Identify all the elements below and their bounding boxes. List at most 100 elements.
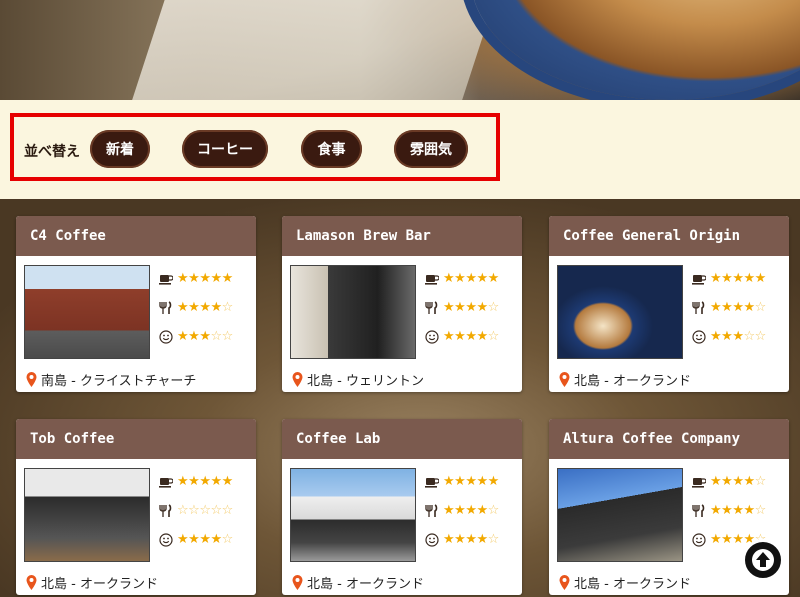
star-filled-icon: ★ (710, 473, 722, 489)
sort-coffee-button[interactable]: コーヒー (182, 130, 268, 168)
cafe-location: 北島 - オークランド (26, 573, 158, 592)
star-filled-icon: ★ (721, 270, 733, 286)
star-empty-icon: ☆ (487, 328, 500, 344)
arrow-up-icon (752, 549, 774, 571)
cafe-location-text: 南島 - クライストチャーチ (41, 374, 197, 389)
cafe-name[interactable]: Lamason Brew Bar (282, 216, 522, 256)
star-empty-icon: ☆ (210, 328, 222, 344)
star-filled-icon: ★ (210, 473, 222, 489)
star-empty-icon: ☆ (754, 502, 767, 518)
star-filled-icon: ★ (465, 299, 477, 315)
cafe-photo[interactable] (557, 468, 683, 562)
cafe-card[interactable]: Lamason Brew Bar ★★★★★ ★★★★☆ ★★★★☆ 北島 - ウェリ… (282, 216, 522, 392)
cafe-name[interactable]: Altura Coffee Company (549, 419, 789, 459)
cafe-card[interactable]: Tob Coffee ★★★★★ ☆☆☆☆☆ ★★★★☆ 北島 - オークランド (16, 419, 256, 595)
star-empty-icon: ☆ (487, 502, 500, 518)
star-filled-icon: ★ (465, 502, 477, 518)
coffee-cup-icon (425, 271, 440, 285)
cafe-photo[interactable] (557, 265, 683, 359)
star-empty-icon: ☆ (743, 328, 755, 344)
cafe-location-text: 北島 - オークランド (574, 374, 691, 389)
star-rating: ★★★★☆ (443, 532, 499, 547)
map-pin-icon (292, 575, 303, 590)
star-filled-icon: ★ (177, 299, 189, 315)
star-filled-icon: ★ (710, 270, 722, 286)
star-filled-icon: ★ (721, 299, 733, 315)
cafe-location: 北島 - オークランド (292, 573, 424, 592)
sort-atmosphere-button[interactable]: 雰囲気 (394, 130, 468, 168)
star-filled-icon: ★ (732, 270, 744, 286)
cafe-card[interactable]: C4 Coffee ★★★★★ ★★★★☆ ★★★☆☆ 南島 - クライストチャーチ (16, 216, 256, 392)
star-empty-icon: ☆ (754, 328, 767, 344)
star-filled-icon: ★ (221, 473, 234, 489)
cafe-name[interactable]: C4 Coffee (16, 216, 256, 256)
star-filled-icon: ★ (188, 531, 200, 547)
star-filled-icon: ★ (465, 328, 477, 344)
star-filled-icon: ★ (443, 531, 455, 547)
star-rating: ★★★★★ (443, 271, 499, 286)
sort-new-button[interactable]: 新着 (90, 130, 150, 168)
smiley-icon (425, 329, 439, 344)
coffee-cup-icon (159, 474, 174, 488)
rating-row: ★★★★☆ (425, 297, 499, 317)
cafe-card[interactable]: Coffee General Origin ★★★★★ ★★★★☆ ★★★☆☆ 北島 … (549, 216, 789, 392)
back-to-top-button[interactable] (742, 539, 784, 581)
star-filled-icon: ★ (188, 328, 200, 344)
star-filled-icon: ★ (743, 270, 755, 286)
star-empty-icon: ☆ (221, 502, 234, 518)
star-rating: ★★★★★ (177, 474, 233, 489)
cafe-location: 北島 - オークランド (559, 573, 691, 592)
map-pin-icon (26, 372, 37, 387)
hero-image (0, 0, 800, 100)
cafe-photo[interactable] (290, 265, 416, 359)
cafe-name[interactable]: Coffee General Origin (549, 216, 789, 256)
star-empty-icon: ☆ (487, 299, 500, 315)
star-filled-icon: ★ (443, 299, 455, 315)
rating-row: ★★★★☆ (692, 471, 766, 491)
star-filled-icon: ★ (476, 473, 488, 489)
star-filled-icon: ★ (732, 531, 744, 547)
cafe-location: 北島 - ウェリントン (292, 370, 424, 389)
hero-book-graphic (122, 0, 508, 100)
rating-row: ★★★★★ (692, 268, 766, 288)
smiley-icon (159, 329, 173, 344)
cafe-card[interactable]: Coffee Lab ★★★★★ ★★★★☆ ★★★★☆ 北島 - オークランド (282, 419, 522, 595)
cafe-photo[interactable] (24, 265, 150, 359)
star-filled-icon: ★ (732, 299, 744, 315)
star-filled-icon: ★ (221, 270, 234, 286)
star-filled-icon: ★ (732, 473, 744, 489)
cafe-photo[interactable] (290, 468, 416, 562)
cafe-name[interactable]: Tob Coffee (16, 419, 256, 459)
star-empty-icon: ☆ (221, 328, 234, 344)
star-rating: ★★★☆☆ (177, 329, 233, 344)
rating-row: ★★★★☆ (159, 297, 233, 317)
cafe-name[interactable]: Coffee Lab (282, 419, 522, 459)
rating-row: ★★★★☆ (159, 529, 233, 549)
cafe-photo[interactable] (24, 468, 150, 562)
cafe-location: 北島 - オークランド (559, 370, 691, 389)
star-filled-icon: ★ (188, 473, 200, 489)
star-filled-icon: ★ (454, 502, 466, 518)
map-pin-icon (292, 372, 303, 387)
star-filled-icon: ★ (199, 299, 211, 315)
rating-row: ★★★★★ (159, 471, 233, 491)
star-filled-icon: ★ (721, 531, 733, 547)
star-rating: ★★★★☆ (443, 329, 499, 344)
cafe-location-text: 北島 - ウェリントン (307, 374, 424, 389)
star-filled-icon: ★ (188, 299, 200, 315)
star-rating: ★★★★☆ (443, 503, 499, 518)
map-pin-icon (26, 575, 37, 590)
star-filled-icon: ★ (454, 473, 466, 489)
star-rating: ★★★★★ (710, 271, 766, 286)
star-filled-icon: ★ (710, 299, 722, 315)
coffee-cup-icon (692, 271, 707, 285)
sort-food-button[interactable]: 食事 (301, 130, 362, 168)
star-filled-icon: ★ (199, 473, 211, 489)
fork-knife-icon (425, 300, 439, 314)
coffee-cup-icon (692, 474, 707, 488)
coffee-cup-icon (159, 271, 174, 285)
star-filled-icon: ★ (710, 328, 722, 344)
fork-knife-icon (159, 503, 173, 517)
star-filled-icon: ★ (487, 473, 500, 489)
star-filled-icon: ★ (476, 502, 488, 518)
